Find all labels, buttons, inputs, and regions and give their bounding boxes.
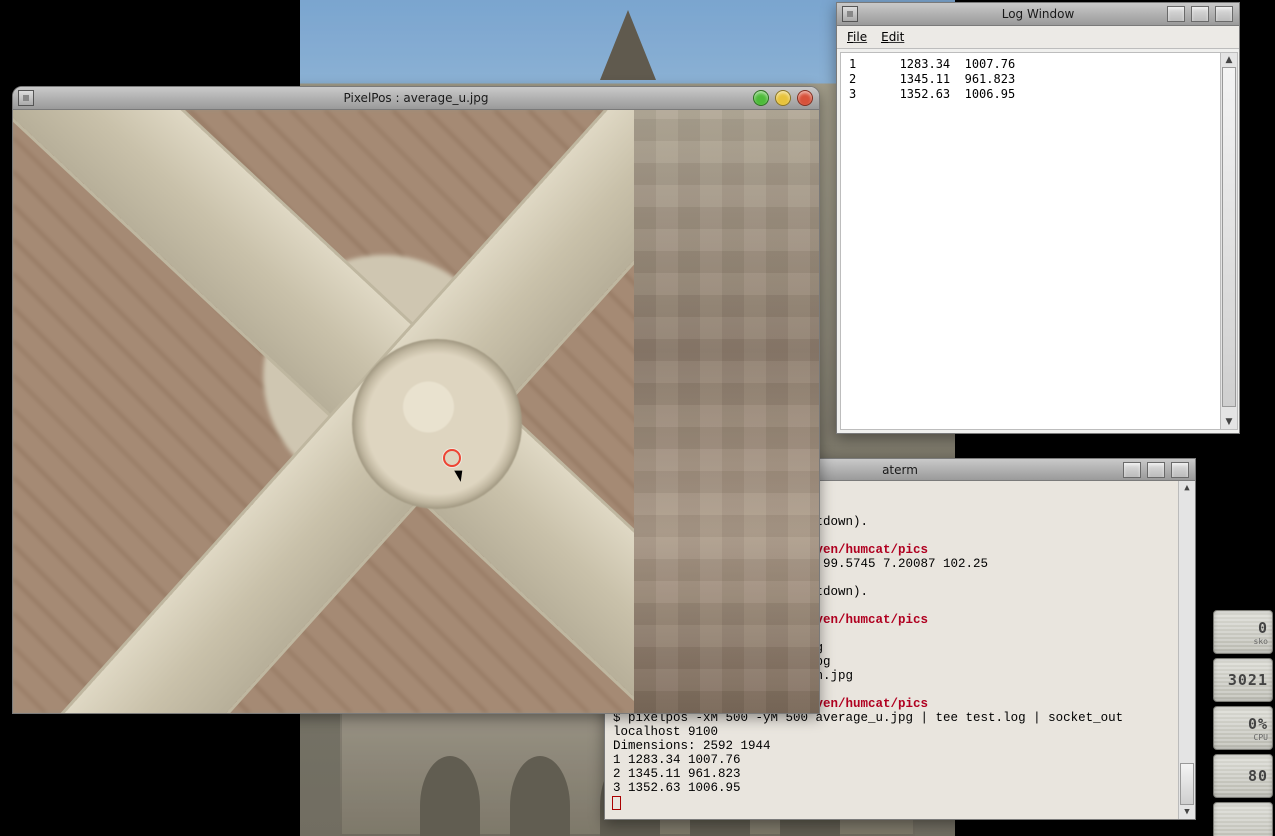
scroll-thumb[interactable] <box>1180 763 1194 805</box>
monitor-panel <box>1213 802 1273 836</box>
pixelpos-titlebar[interactable]: PixelPos : average_u.jpg <box>13 87 819 110</box>
system-monitors: 0sko 3021 0%CPU 80 <box>1213 610 1273 836</box>
terminal-line: 3 1352.63 1006.95 <box>613 781 741 795</box>
scroll-up-icon[interactable]: ▲ <box>1221 53 1237 67</box>
log-menubar: File Edit <box>837 26 1239 49</box>
terminal-line: 1 1283.34 1007.76 <box>613 753 741 767</box>
log-text[interactable]: 1 1283.34 1007.76 2 1345.11 961.823 3 13… <box>841 53 1220 429</box>
monitor-value: 3021 <box>1228 671 1268 689</box>
aterm-scrollbar[interactable]: ▲ ▼ <box>1178 481 1195 819</box>
scroll-up-icon[interactable]: ▲ <box>1179 481 1195 495</box>
terminal-line: $ pixelpos -xM 500 -yM 500 average_u.jpg… <box>613 711 1131 739</box>
log-scrollbar[interactable]: ▲ ▼ <box>1220 53 1237 429</box>
monitor-panel: 0sko <box>1213 610 1273 654</box>
monitor-panel: 80 <box>1213 754 1273 798</box>
image-zoom-strip <box>634 110 819 713</box>
scroll-thumb[interactable] <box>1222 67 1236 407</box>
pixelpos-viewport[interactable] <box>13 110 819 713</box>
terminal-line: Dimensions: 2592 1944 <box>613 739 771 753</box>
terminal-cursor <box>613 797 620 809</box>
monitor-value: 80 <box>1248 767 1268 785</box>
monitor-panel: 3021 <box>1213 658 1273 702</box>
pixelpos-window[interactable]: PixelPos : average_u.jpg <box>12 86 820 714</box>
monitor-value: 0% <box>1248 715 1268 733</box>
scroll-down-icon[interactable]: ▼ <box>1179 805 1195 819</box>
scroll-down-icon[interactable]: ▼ <box>1221 415 1237 429</box>
monitor-label: sko <box>1254 637 1268 646</box>
monitor-label: CPU <box>1254 733 1268 742</box>
menu-file[interactable]: File <box>847 30 867 44</box>
monitor-value: 0 <box>1258 619 1268 637</box>
pixelpos-title: PixelPos : average_u.jpg <box>13 91 819 105</box>
log-window[interactable]: Log Window File Edit 1 1283.34 1007.76 2… <box>836 2 1240 434</box>
menu-edit[interactable]: Edit <box>881 30 904 44</box>
terminal-line: 2 1345.11 961.823 <box>613 767 741 781</box>
monitor-panel: 0%CPU <box>1213 706 1273 750</box>
log-title: Log Window <box>837 7 1239 21</box>
image-content <box>352 339 522 509</box>
log-titlebar[interactable]: Log Window <box>837 3 1239 26</box>
